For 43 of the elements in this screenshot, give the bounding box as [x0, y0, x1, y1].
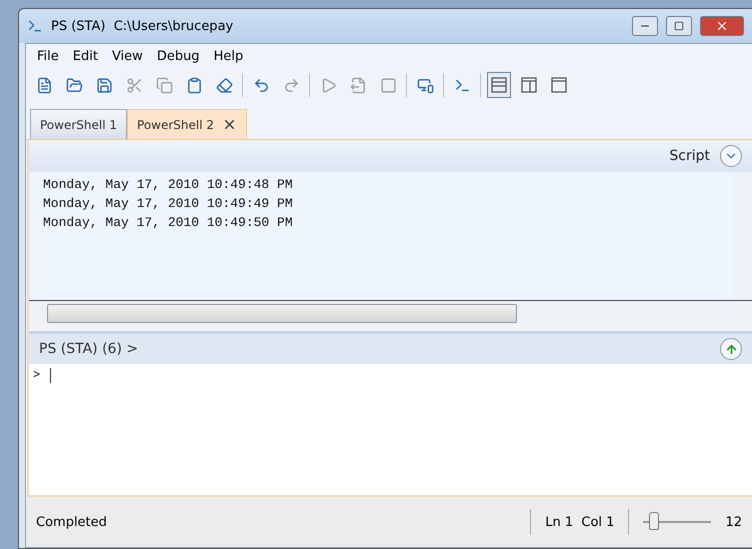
tab[interactable]: PowerShell 1 — [30, 109, 128, 139]
close-button[interactable] — [700, 16, 744, 36]
output-line: Monday, May 17, 2010 10:49:48 PM — [43, 176, 294, 194]
menu-item[interactable]: Debug — [152, 47, 205, 66]
close-icon — [715, 19, 729, 33]
menu-item[interactable]: Edit — [68, 47, 103, 66]
layout-button[interactable] — [487, 72, 511, 98]
save-icon — [96, 76, 112, 94]
menu-item[interactable]: View — [106, 47, 148, 66]
horizontal-scrollbar[interactable] — [29, 300, 752, 325]
output-line: Monday, May 17, 2010 10:49:49 PM — [43, 195, 294, 213]
redo-icon — [282, 76, 300, 94]
copy-icon — [156, 76, 172, 94]
minimize-button[interactable] — [632, 16, 658, 36]
maximize-button[interactable] — [666, 16, 692, 36]
cursor-position: Ln 1 Col 1 — [545, 514, 614, 530]
stop-icon — [380, 76, 396, 94]
zoom-slider[interactable] — [643, 512, 712, 532]
vertical-scrollbar[interactable] — [734, 172, 752, 300]
pane-layout-icon — [550, 76, 568, 94]
window-title: PS (STA) C:\Users\brucepay — [51, 18, 234, 34]
status-text: Completed — [36, 514, 108, 530]
pane-layout-icon — [520, 76, 538, 94]
new-icon — [36, 76, 52, 94]
menu-item[interactable]: Help — [208, 47, 248, 66]
open-icon — [66, 76, 82, 94]
pane-layout-icon — [490, 76, 508, 94]
slider-thumb[interactable] — [648, 512, 659, 530]
expand-button[interactable] — [720, 145, 742, 167]
output-line: Monday, May 17, 2010 10:49:50 PM — [43, 214, 294, 232]
collapse-button[interactable] — [720, 338, 742, 360]
paste-icon — [186, 76, 202, 94]
tab[interactable]: PowerShell 2 — [127, 109, 248, 139]
script-label: Script — [669, 148, 710, 164]
command-input[interactable]: > — [29, 364, 752, 497]
cut-icon — [126, 76, 142, 94]
undo-icon — [252, 76, 270, 94]
menu-item[interactable]: File — [32, 47, 64, 66]
prompt-label: PS (STA) (6) > — [39, 341, 138, 357]
powershell-icon — [27, 18, 43, 34]
zoom-value: 12 — [725, 514, 742, 530]
arrow-up-icon — [724, 342, 738, 356]
maximize-icon — [674, 21, 684, 31]
